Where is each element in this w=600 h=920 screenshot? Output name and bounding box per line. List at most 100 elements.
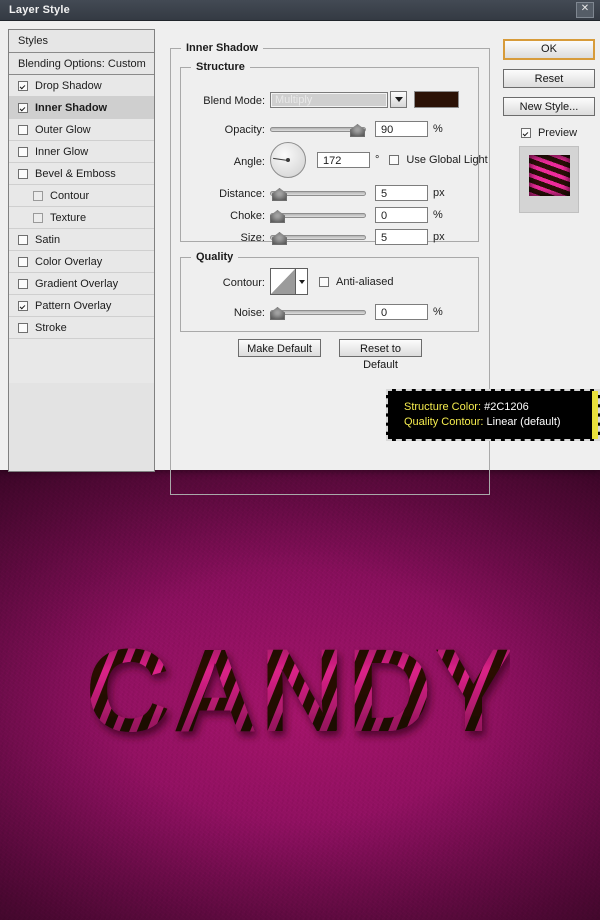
anti-aliased-row[interactable]: Anti-aliased	[319, 276, 393, 288]
checkbox-inner-shadow[interactable]	[18, 102, 28, 113]
contour-preset-picker[interactable]	[270, 268, 308, 295]
checkbox-preview[interactable]	[520, 128, 531, 138]
sidebar-item-label: Inner Glow	[35, 145, 89, 158]
sidebar-item-gradient-overlay[interactable]: Gradient Overlay	[9, 273, 154, 295]
checkbox-use-global-light[interactable]	[389, 155, 400, 165]
checkbox-anti-aliased[interactable]	[319, 276, 329, 287]
default-buttons: Make Default Reset to Default	[238, 339, 422, 371]
sidebar-item-label: Drop Shadow	[35, 79, 102, 92]
choke-unit: %	[433, 209, 443, 221]
chevron-down-icon[interactable]	[295, 269, 307, 294]
annotation-tooltip: Structure Color: #2C1206 Quality Contour…	[386, 389, 600, 441]
blend-mode-control: Multiply	[270, 91, 459, 108]
action-buttons: OK Reset New Style... Preview	[503, 39, 595, 213]
reset-to-default-button[interactable]: Reset to Default	[339, 339, 422, 371]
distance-input[interactable]: 5	[375, 185, 428, 201]
distance-label-text: Distance:	[219, 188, 265, 200]
tooltip-line-1: Structure Color: #2C1206	[404, 400, 598, 415]
angle-dial[interactable]	[270, 142, 306, 178]
angle-label-text: Angle:	[233, 156, 265, 168]
use-global-light-label: Use Global Light	[406, 154, 488, 166]
checkbox-color-overlay[interactable]	[18, 256, 28, 267]
opacity-unit: %	[433, 123, 443, 135]
preview-label: Preview	[537, 127, 578, 139]
opacity-slider[interactable]	[270, 122, 366, 137]
angle-input[interactable]: 172	[317, 152, 370, 168]
tooltip-line-2-value: Linear (default)	[486, 416, 561, 428]
sidebar-item-stroke[interactable]: Stroke	[9, 317, 154, 339]
candy-text-svg: CANDY CANDY	[90, 625, 510, 757]
sidebar-item-label: Outer Glow	[35, 123, 91, 136]
sidebar-item-pattern-overlay[interactable]: Pattern Overlay	[9, 295, 154, 317]
checkbox-satin[interactable]	[18, 234, 28, 245]
noise-input[interactable]: 0	[375, 304, 428, 320]
noise-unit: %	[433, 306, 443, 318]
sidebar-item-bevel-emboss[interactable]: Bevel & Emboss	[9, 163, 154, 185]
blend-mode-select[interactable]: Multiply	[270, 91, 388, 108]
contour-preview	[271, 269, 295, 294]
choke-label: Choke:	[190, 210, 265, 222]
checkbox-gradient-overlay[interactable]	[18, 278, 28, 289]
close-icon[interactable]: ✕	[576, 2, 594, 18]
artwork-canvas: CANDY CANDY	[0, 470, 600, 920]
checkbox-drop-shadow[interactable]	[18, 80, 28, 91]
blending-options-item[interactable]: Blending Options: Custom	[9, 53, 154, 75]
checkbox-texture[interactable]	[33, 212, 43, 223]
contour-control: Anti-aliased	[270, 268, 393, 295]
sidebar-item-color-overlay[interactable]: Color Overlay	[9, 251, 154, 273]
sidebar-item-outer-glow[interactable]: Outer Glow	[9, 119, 154, 141]
checkbox-bevel-emboss[interactable]	[18, 168, 28, 179]
reset-button[interactable]: Reset	[503, 69, 595, 88]
opacity-control: 90 %	[270, 121, 443, 137]
checkbox-inner-glow[interactable]	[18, 146, 28, 157]
choke-slider[interactable]	[270, 208, 366, 223]
choke-input[interactable]: 0	[375, 207, 428, 223]
styles-list-header[interactable]: Styles	[9, 30, 154, 53]
sidebar-item-satin[interactable]: Satin	[9, 229, 154, 251]
styles-list: Styles Blending Options: Custom Drop Sha…	[8, 29, 155, 472]
checkbox-outer-glow[interactable]	[18, 124, 28, 135]
checkbox-stroke[interactable]	[18, 322, 28, 333]
chevron-down-icon[interactable]	[390, 91, 407, 108]
sidebar-item-label: Pattern Overlay	[35, 299, 112, 312]
sidebar-item-label: Contour	[50, 189, 90, 202]
checkbox-pattern-overlay[interactable]	[18, 300, 28, 311]
preview-row[interactable]: Preview	[503, 127, 595, 139]
choke-label-text: Choke:	[230, 210, 265, 222]
checkbox-contour[interactable]	[33, 190, 43, 201]
opacity-label: Opacity:	[190, 124, 265, 136]
styles-list-filler	[9, 339, 154, 383]
screen: CANDY CANDY Layer Style ✕ Styles Blendin…	[0, 0, 600, 920]
angle-label: Angle:	[190, 156, 265, 168]
sidebar-item-label: Bevel & Emboss	[35, 167, 116, 180]
sidebar-item-label: Inner Shadow	[35, 101, 108, 114]
noise-label-text: Noise:	[233, 307, 265, 319]
noise-slider[interactable]	[270, 305, 366, 320]
dialog-titlebar: Layer Style ✕	[0, 0, 600, 21]
opacity-input[interactable]: 90	[375, 121, 428, 137]
sidebar-item-drop-shadow[interactable]: Drop Shadow	[9, 75, 154, 97]
new-style-button[interactable]: New Style...	[503, 97, 595, 116]
size-label: Size:	[190, 232, 265, 244]
preview-thumbnail-frame	[519, 146, 579, 213]
tooltip-edge-accent	[592, 391, 598, 439]
anti-aliased-label: Anti-aliased	[336, 275, 394, 288]
blend-mode-value: Multiply	[275, 93, 313, 106]
make-default-button[interactable]: Make Default	[238, 339, 321, 357]
sidebar-item-contour[interactable]: Contour	[9, 185, 154, 207]
distance-slider[interactable]	[270, 186, 366, 201]
sidebar-item-inner-glow[interactable]: Inner Glow	[9, 141, 154, 163]
sidebar-item-inner-shadow[interactable]: Inner Shadow	[9, 97, 154, 119]
sidebar-item-texture[interactable]: Texture	[9, 207, 154, 229]
noise-control: 0 %	[270, 304, 443, 320]
distance-label: Distance:	[190, 188, 265, 200]
sidebar-item-label: Stroke	[35, 321, 67, 334]
tooltip-line-1-key: Structure Color:	[404, 401, 482, 413]
size-slider[interactable]	[270, 230, 366, 245]
ok-button[interactable]: OK	[503, 39, 595, 60]
use-global-light-row[interactable]: Use Global Light	[389, 154, 488, 166]
contour-label: Contour:	[190, 277, 265, 289]
shadow-color-swatch[interactable]	[414, 91, 459, 108]
candy-artwork: CANDY CANDY	[0, 470, 600, 920]
size-input[interactable]: 5	[375, 229, 428, 245]
